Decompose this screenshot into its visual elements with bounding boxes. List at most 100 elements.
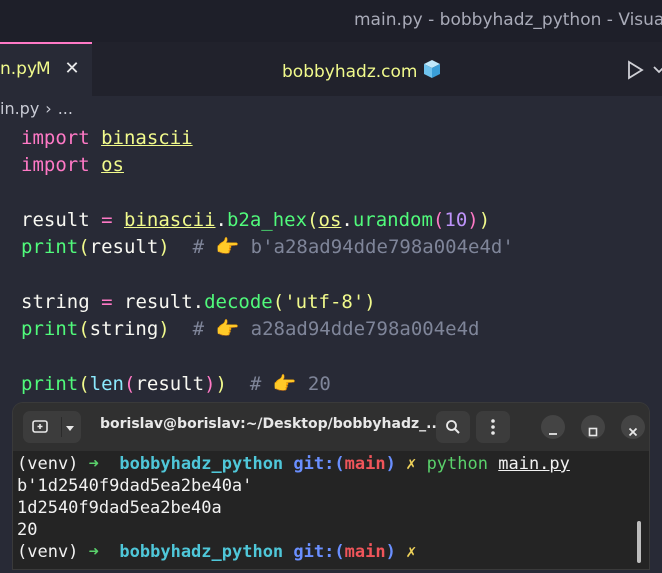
tab-file-name: n.py (0, 59, 38, 79)
paren: ) (158, 236, 170, 258)
function-name: urandom (352, 209, 433, 231)
kebab-menu-icon (490, 418, 496, 440)
chevron-down-icon[interactable] (652, 60, 662, 80)
paren: ) (478, 209, 491, 231)
object: result (124, 291, 193, 313)
builtin-name: len (89, 373, 124, 395)
function-name: print (21, 236, 79, 258)
maximize-icon (588, 422, 598, 441)
venv-label: (venv) (17, 542, 79, 562)
breadcrumb-more[interactable]: ... (58, 99, 73, 118)
prompt-arrow: ➜ (88, 454, 99, 474)
comment-value: 20 (307, 373, 331, 395)
terminal-line-2: b'1d2540f9dad5ea2be40a' (17, 476, 253, 496)
search-button[interactable] (436, 411, 470, 443)
maximize-button[interactable] (581, 415, 605, 439)
code-line-5: print(result) # 👉 b'a28ad94dde798a004e4d… (21, 234, 514, 260)
paren: ( (78, 373, 90, 395)
cube-icon (421, 58, 443, 85)
comment-hash: # (249, 373, 262, 395)
paren: ) (364, 291, 376, 313)
breadcrumb-file[interactable]: in.py (0, 99, 39, 118)
terminal-line-3: 1d2540f9dad5ea2be40a (17, 498, 222, 518)
operator: = (101, 209, 113, 231)
variable: result (21, 209, 90, 231)
prompt-dir: bobbyhadz_python (119, 454, 284, 474)
paren: ( (272, 291, 285, 313)
editor-tab-main-py[interactable]: n.py M ✕ (0, 42, 92, 96)
git-label-close: ) (385, 542, 396, 562)
venv-label: (venv) (17, 454, 79, 474)
new-tab-button[interactable] (23, 411, 81, 443)
title-bar: main.py - bobbyhadz_python - Visual (0, 0, 662, 42)
prompt-arrow: ➜ (88, 542, 99, 562)
git-branch: main (344, 454, 386, 474)
dot: . (341, 209, 353, 231)
prompt-dir: bobbyhadz_python (119, 542, 284, 562)
dirty-marker: ✗ (406, 454, 417, 474)
paren: ) (215, 373, 227, 395)
pointing-hand-icon: 👉 (272, 373, 297, 395)
button-divider (61, 417, 62, 437)
keyword: import (21, 154, 90, 176)
terminal-window: borislav@borislav:~/Desktop/bobbyhadz_..… (13, 403, 649, 569)
menu-button[interactable] (476, 411, 510, 443)
terminal-line-1: (venv) ➜ bobbyhadz_python git:(main) ✗ p… (17, 453, 570, 475)
comment-hash: # (192, 318, 205, 340)
close-button[interactable] (621, 415, 645, 439)
brand-label: bobbyhadz.com (282, 61, 418, 82)
code-line-7: string = result.decode('utf-8') (21, 289, 376, 315)
command: python (426, 454, 488, 474)
close-icon[interactable]: ✕ (63, 58, 81, 79)
number: 10 (444, 209, 468, 231)
pointing-hand-icon: 👉 (215, 236, 240, 258)
new-tab-icon (31, 418, 49, 440)
comment-value: b'a28ad94dde798a004e4d' (250, 236, 514, 258)
paren: ( (78, 236, 90, 258)
git-label: git:( (293, 542, 345, 562)
code-editor[interactable]: import binascii import os result = binas… (0, 123, 662, 403)
code-line-8: print(string) # 👉 a28ad94dde798a004e4d (21, 316, 479, 342)
git-label-close: ) (385, 454, 396, 474)
dirty-marker: ✗ (406, 542, 417, 562)
modified-badge: M (36, 59, 51, 79)
breadcrumb: in.py ›... (0, 99, 73, 118)
string-literal: 'utf-8' (284, 291, 365, 313)
code-line-1: import binascii (21, 125, 193, 151)
paren: ) (204, 373, 216, 395)
command-arg: main.py (498, 454, 570, 474)
module-name: os (101, 154, 124, 176)
module-name: binascii (101, 127, 193, 149)
terminal-line-5: (venv) ➜ bobbyhadz_python git:(main) ✗ (17, 541, 416, 563)
search-icon (444, 418, 462, 440)
brand-text: bobbyhadz.com (282, 58, 443, 85)
close-icon (628, 422, 638, 441)
module-name: os (318, 209, 342, 231)
argument: result (135, 373, 205, 395)
terminal-line-4: 20 (17, 520, 38, 540)
paren: ) (467, 209, 479, 231)
breadcrumb-separator: › (45, 99, 52, 118)
comment-hash: # (192, 236, 205, 258)
paren: ( (307, 209, 319, 231)
paren: ( (123, 373, 136, 395)
comment-value: a28ad94dde798a004e4d (250, 318, 480, 340)
terminal-scrollbar[interactable] (637, 521, 641, 563)
module-name: binascii (124, 209, 216, 231)
argument: string (89, 318, 159, 340)
window-title: main.py - bobbyhadz_python - Visual (354, 10, 662, 30)
chevron-down-icon[interactable] (63, 420, 77, 439)
operator: = (101, 291, 113, 313)
minimize-icon (548, 422, 558, 441)
terminal-header: borislav@borislav:~/Desktop/bobbyhadz_..… (13, 403, 649, 451)
run-icon[interactable] (626, 60, 644, 84)
paren: ) (158, 318, 170, 340)
dot: . (215, 209, 227, 231)
code-line-4: result = binascii.b2a_hex(os.urandom(10)… (21, 207, 490, 233)
dot: . (192, 291, 205, 313)
paren: ( (78, 318, 90, 340)
method-name: decode (204, 291, 273, 313)
terminal-output[interactable]: (venv) ➜ bobbyhadz_python git:(main) ✗ p… (13, 451, 649, 569)
code-line-10: print(len(result)) # 👉 20 (21, 371, 331, 397)
minimize-button[interactable] (541, 415, 565, 439)
